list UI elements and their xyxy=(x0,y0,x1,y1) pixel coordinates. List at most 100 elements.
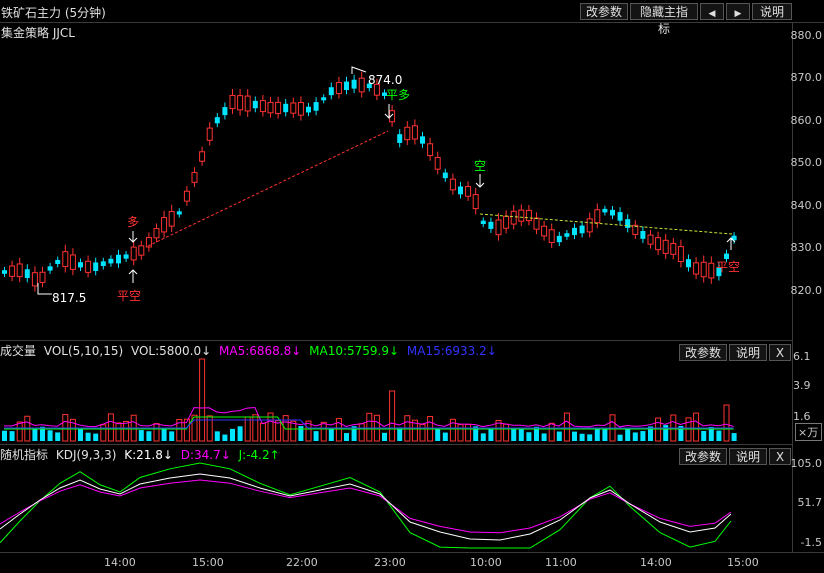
volume-bar xyxy=(548,422,555,442)
volume-bar xyxy=(199,358,206,442)
candle-body xyxy=(69,254,76,270)
volume-chart xyxy=(2,358,737,442)
time-label: 14:00 xyxy=(640,556,672,569)
candle-body xyxy=(237,95,244,111)
candle-body xyxy=(686,259,691,268)
candle-body xyxy=(586,218,593,233)
volume-bar xyxy=(640,431,646,441)
low-label: 817.5 xyxy=(52,291,87,305)
volume-bar xyxy=(693,412,700,442)
volume-bar xyxy=(625,429,631,441)
volume-unit: ×万 xyxy=(795,423,822,441)
time-label: 14:00 xyxy=(104,556,136,569)
time-label: 22:00 xyxy=(286,556,318,569)
time-label: 11:00 xyxy=(545,556,577,569)
volume-bar xyxy=(442,432,448,441)
volume-bar xyxy=(32,428,38,441)
candle-body xyxy=(62,251,69,268)
volume-bar xyxy=(435,428,441,441)
candle-body xyxy=(541,225,548,237)
volume-bar xyxy=(138,430,144,441)
candle-body xyxy=(351,79,357,89)
candle-body xyxy=(518,209,525,222)
candle-body xyxy=(510,210,517,225)
volume-bar xyxy=(617,434,623,441)
candle-body xyxy=(321,97,327,101)
volume-bar xyxy=(358,423,365,442)
volume-bar xyxy=(579,433,585,441)
volume-bar xyxy=(663,425,669,441)
volume-bar xyxy=(9,431,15,441)
price-axis: 880.0 870.0 860.0 850.0 840.0 830.0 820.… xyxy=(790,29,823,297)
candle-body xyxy=(328,87,334,96)
volume-bar xyxy=(153,423,160,442)
candle-body xyxy=(153,228,160,239)
volume-bar xyxy=(146,431,152,441)
volume-bar xyxy=(161,428,167,441)
volume-bar xyxy=(290,420,297,442)
candle-body xyxy=(564,233,570,237)
signal-close-long: 平多 xyxy=(386,88,411,102)
volume-bar xyxy=(169,431,175,441)
candle-body xyxy=(533,217,540,230)
volume-bar xyxy=(572,431,577,441)
candle-body xyxy=(313,102,319,111)
volume-bar xyxy=(214,431,220,441)
candle-body xyxy=(39,271,46,283)
volume-bar xyxy=(107,413,114,442)
candle-body xyxy=(168,211,175,227)
candle-body xyxy=(176,211,182,215)
candle-body xyxy=(677,246,684,263)
volume-bar xyxy=(457,423,464,442)
candle-body xyxy=(222,107,228,116)
volume-bar xyxy=(587,434,593,441)
candle-body xyxy=(442,172,448,179)
volume-bar xyxy=(518,428,524,441)
candle-body xyxy=(306,106,311,113)
volume-bar xyxy=(602,429,608,441)
volume-bar xyxy=(230,428,235,441)
kdj-axis: 105.0 51.7 -1.5 xyxy=(790,457,823,549)
candle-body xyxy=(655,237,662,251)
volume-bar xyxy=(366,412,373,442)
candle-body xyxy=(290,102,297,114)
candle-body xyxy=(244,95,251,112)
candle-body xyxy=(47,266,53,271)
volume-bar xyxy=(275,420,282,442)
candle-body xyxy=(594,209,601,224)
volume-bar xyxy=(655,417,662,442)
candle-body xyxy=(183,190,190,202)
time-label: 15:00 xyxy=(192,556,224,569)
candle-body xyxy=(449,178,456,191)
candle-body xyxy=(480,220,486,224)
volume-bar xyxy=(123,420,130,442)
volume-bar xyxy=(222,434,228,441)
candle-body xyxy=(100,261,106,267)
volume-bar xyxy=(55,432,61,441)
signal-close-short-2: 平空 xyxy=(716,260,741,274)
volume-bar xyxy=(115,422,122,442)
volume-bar xyxy=(716,430,722,441)
candle-body xyxy=(31,272,38,287)
volume-bar xyxy=(298,426,304,441)
volume-bar xyxy=(419,423,426,442)
arrow-down-icon xyxy=(128,231,138,243)
volume-bar xyxy=(344,433,349,441)
candle-body xyxy=(9,265,16,277)
volume-bar xyxy=(100,424,107,442)
candle-body xyxy=(458,186,463,195)
candle-body xyxy=(617,212,623,221)
time-label: 15:00 xyxy=(727,556,759,569)
volume-bar xyxy=(594,428,600,441)
candle-body xyxy=(161,217,168,233)
candle-body xyxy=(700,261,707,278)
candle-body xyxy=(108,258,114,264)
volume-bar xyxy=(389,390,396,442)
signal-close-short: 平空 xyxy=(117,289,142,303)
signal-buy: 多 xyxy=(127,215,140,229)
candle-body xyxy=(434,157,441,170)
candle-body xyxy=(647,234,654,245)
candle-body xyxy=(206,127,213,141)
volume-bar xyxy=(556,431,562,441)
candle-body xyxy=(525,209,532,222)
